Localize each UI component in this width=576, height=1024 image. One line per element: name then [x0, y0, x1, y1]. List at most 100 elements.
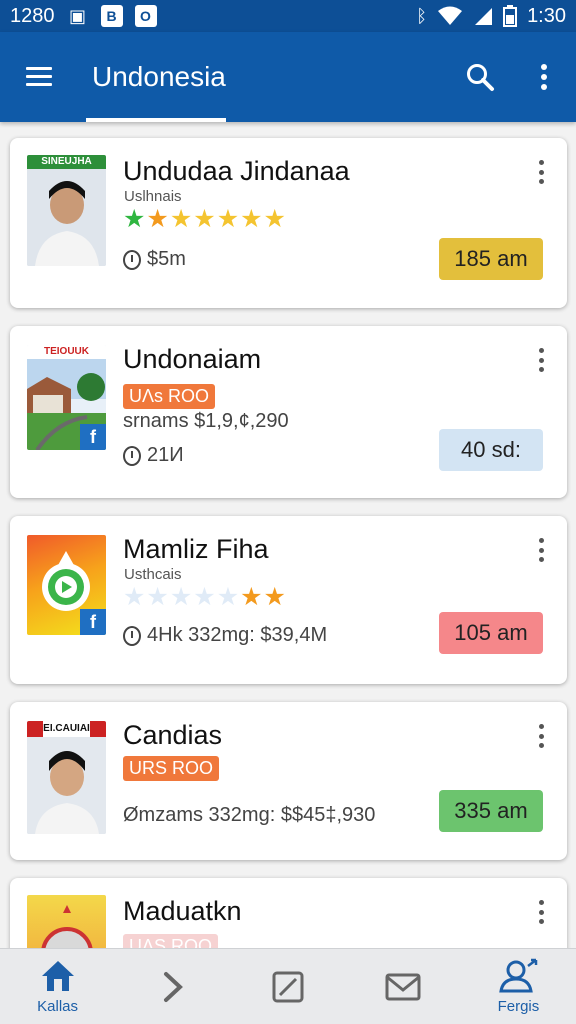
bluetooth-icon: ᛒ	[416, 5, 428, 26]
page-title: Undonesia	[86, 32, 226, 122]
item-subtitle: Uslhnais	[124, 188, 182, 205]
star-icon: ★	[240, 205, 263, 233]
item-meta: 4Hk 332mg: $39,4M	[123, 624, 327, 647]
item-title: Candias	[123, 720, 223, 750]
list-item[interactable]: Maduatkn UΛS ROO	[10, 878, 567, 948]
item-title: Undudaa Jindanaa	[123, 156, 350, 186]
star-icon: ★	[146, 205, 169, 233]
person-icon	[499, 958, 538, 993]
search-icon	[467, 64, 494, 91]
star-icon: ★	[216, 583, 240, 611]
home-icon	[41, 961, 74, 991]
more-vert-icon[interactable]	[537, 900, 545, 924]
nav-item-edit[interactable]	[230, 949, 345, 1024]
time-badge: 105 am	[439, 612, 543, 654]
star-icon: ★	[169, 205, 193, 233]
bottom-navigation: Kallas Fergis	[0, 948, 576, 1024]
profile-thumbnail: EI.CAUIAI	[27, 721, 106, 834]
star-icon: ★	[240, 583, 263, 611]
person-photo-icon	[27, 169, 106, 266]
star-icon: ★	[216, 205, 240, 233]
mail-icon	[385, 973, 421, 1000]
more-options-button[interactable]	[512, 32, 576, 122]
status-badge: UΛs ROO	[123, 384, 216, 409]
page-title-text: Undonesia	[92, 61, 226, 92]
item-meta: 21И	[123, 444, 184, 467]
star-icon: ★	[169, 583, 193, 611]
nav-item-profile[interactable]: Fergis	[461, 949, 576, 1024]
item-meta: Ømzams 332mg: $$45‡,930	[123, 804, 375, 827]
time-badge-text: 185 am	[454, 246, 528, 271]
battery-icon	[503, 5, 518, 27]
more-vert-icon[interactable]	[537, 538, 545, 562]
time-badge-text: 335 am	[454, 798, 528, 823]
star-icon: ★	[146, 583, 169, 611]
item-subtitle: Usthcais	[124, 566, 182, 583]
list-item[interactable]: f Mamliz Fiha Usthcais ★ ★ ★ ★ ★ ★ ★ 4Hk…	[10, 516, 567, 684]
time-badge: 40 sd:	[439, 429, 543, 471]
search-button[interactable]	[448, 32, 512, 122]
wifi-icon	[438, 6, 463, 25]
person-photo-icon	[41, 905, 93, 948]
signal-icon	[475, 8, 493, 25]
more-vert-icon[interactable]	[537, 724, 545, 748]
star-icon: ★	[193, 583, 216, 611]
nav-label-home: Kallas	[37, 998, 79, 1015]
status-time-right: 1:30	[527, 4, 566, 27]
time-badge: 335 am	[439, 790, 543, 832]
chevron-right-icon	[163, 971, 183, 1002]
facebook-icon: f	[80, 424, 106, 450]
facebook-icon: f	[80, 609, 106, 635]
more-vert-icon	[541, 64, 547, 90]
status-bar: 1280 ▣ B O ᛒ 1:30	[0, 0, 576, 32]
star-icon: ★	[123, 583, 146, 611]
time-badge-text: 105 am	[454, 620, 528, 645]
status-badge: URS ROO	[123, 756, 220, 781]
time-badge: 185 am	[439, 238, 543, 280]
thumb-caption: SINEUJHA	[41, 156, 92, 167]
rating-stars: ★ ★ ★ ★ ★ ★ ★	[123, 584, 287, 610]
app-thumbnail: f	[27, 535, 106, 635]
more-vert-icon[interactable]	[537, 160, 545, 184]
o-icon: O	[134, 5, 157, 27]
item-price: srnams $1,9,¢,290	[123, 410, 289, 433]
person-photo-icon	[27, 737, 106, 834]
item-meta-text: $5m	[147, 248, 186, 270]
clock-icon	[123, 445, 141, 466]
item-meta: $5m	[123, 248, 186, 271]
status-badge: UΛS ROO	[123, 934, 219, 948]
item-meta-text: 4Hk 332mg: $39,4M	[147, 624, 328, 646]
item-list: SINEUJHA Undudaa Jindanaa Uslhnais ★ ★ ★…	[0, 122, 576, 948]
nav-item-mail[interactable]	[346, 949, 461, 1024]
status-time-left: 1280	[10, 4, 55, 27]
star-icon: ★	[263, 205, 286, 233]
thumb-caption: TEIOUUK	[27, 345, 106, 359]
item-meta-text: 21И	[147, 444, 184, 466]
star-icon: ★	[263, 583, 286, 611]
building-thumbnail: TEIOUUK f	[27, 345, 106, 450]
more-vert-icon[interactable]	[537, 348, 545, 372]
list-item[interactable]: EI.CAUIAI Candias URS ROO Ømzams 332mg: …	[10, 702, 567, 860]
b-icon: B	[100, 5, 123, 27]
profile-thumbnail: SINEUJHA	[27, 155, 106, 266]
nav-item-forward[interactable]	[115, 949, 230, 1024]
thumb-caption: EI.CAUIAI	[27, 721, 106, 737]
item-meta-text: Ømzams 332mg: $$45‡,930	[123, 804, 376, 826]
clock-icon	[123, 625, 141, 646]
hamburger-icon	[26, 67, 52, 87]
edit-box-icon	[272, 971, 304, 1002]
partial-thumbnail	[27, 895, 106, 948]
clock-icon	[123, 249, 141, 270]
nav-item-home[interactable]: Kallas	[0, 949, 115, 1024]
app-bar: Undonesia	[0, 32, 576, 122]
list-item[interactable]: SINEUJHA Undudaa Jindanaa Uslhnais ★ ★ ★…	[10, 138, 567, 308]
menu-button[interactable]	[0, 32, 78, 122]
gallery-icon: ▣	[68, 5, 86, 26]
item-title: Mamliz Fiha	[123, 534, 269, 564]
star-icon: ★	[193, 205, 216, 233]
item-price-text: srnams $1,9,¢,290	[123, 410, 289, 432]
item-title: Undonaiam	[123, 344, 262, 374]
list-item[interactable]: TEIOUUK f Undonaiam UΛs ROO srnams $1,9,…	[10, 326, 567, 498]
nav-label-profile: Fergis	[497, 998, 540, 1015]
star-icon: ★	[123, 205, 146, 233]
